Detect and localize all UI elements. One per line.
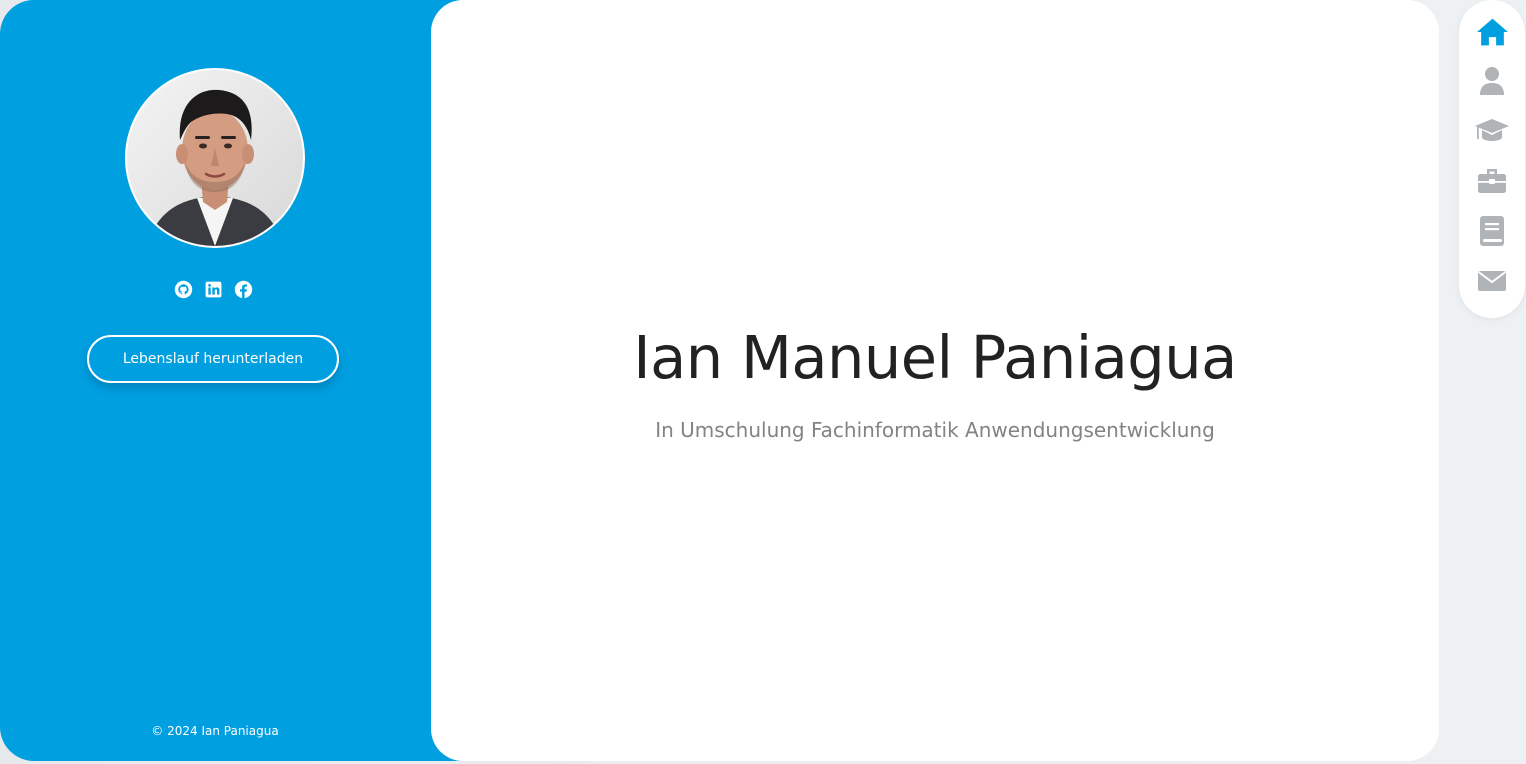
section-nav (1459, 0, 1525, 318)
profile-photo (125, 68, 305, 248)
main-content: Ian Manuel Paniagua In Umschulung Fachin… (431, 0, 1439, 761)
user-icon (1480, 67, 1504, 95)
nav-item-education[interactable] (1473, 113, 1511, 149)
nav-item-portfolio[interactable] (1473, 213, 1511, 249)
graduation-cap-icon (1475, 119, 1509, 141)
github-icon[interactable] (174, 280, 193, 299)
profile-sidebar: Lebenslauf herunterladen © 2024 Ian Pani… (0, 0, 460, 761)
linkedin-icon[interactable] (204, 280, 223, 299)
facebook-icon[interactable] (234, 280, 253, 299)
download-cv-button[interactable]: Lebenslauf herunterladen (87, 335, 339, 383)
nav-item-experience[interactable] (1473, 162, 1511, 198)
social-links (174, 280, 253, 299)
copyright-text: © 2024 Ian Paniagua (151, 724, 279, 738)
page-subtitle: In Umschulung Fachinformatik Anwendungse… (655, 418, 1215, 442)
home-icon (1476, 18, 1508, 46)
nav-item-contact[interactable] (1473, 263, 1511, 299)
book-icon (1480, 216, 1504, 246)
page-title: Ian Manuel Paniagua (633, 323, 1237, 392)
page: Lebenslauf herunterladen © 2024 Ian Pani… (0, 0, 1526, 764)
envelope-icon (1477, 271, 1507, 291)
nav-item-about[interactable] (1473, 63, 1511, 99)
briefcase-icon (1478, 169, 1506, 193)
nav-item-home[interactable] (1473, 14, 1511, 50)
